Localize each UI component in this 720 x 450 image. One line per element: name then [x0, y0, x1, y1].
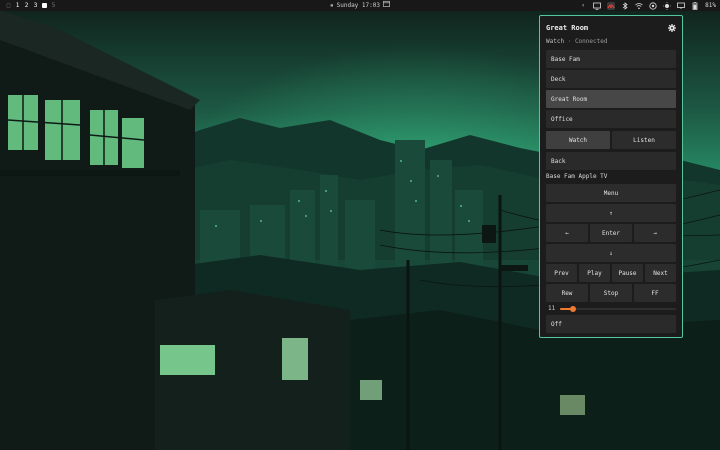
gear-icon[interactable] — [668, 24, 676, 32]
prev-button[interactable]: Prev — [546, 264, 577, 282]
chevron-left-icon[interactable]: ‹ — [579, 2, 587, 10]
up-button[interactable]: ↑ — [546, 204, 676, 222]
volume-slider[interactable] — [560, 305, 676, 312]
play-button[interactable]: Play — [579, 264, 610, 282]
monitor-icon[interactable] — [677, 2, 686, 10]
listen-button[interactable]: Listen — [612, 131, 676, 149]
left-button[interactable]: ← — [546, 224, 588, 242]
volume-control: 11 — [546, 303, 676, 314]
home-assistant-icon[interactable] — [607, 1, 616, 10]
transport-row-2: Rew Stop FF — [546, 284, 676, 302]
back-button[interactable]: Back — [546, 152, 676, 170]
workspace-switcher: □ 1 2 3 5 — [4, 0, 58, 11]
room-item-great-room[interactable]: Great Room — [546, 90, 676, 108]
pause-button[interactable]: Pause — [612, 264, 643, 282]
next-button[interactable]: Next — [645, 264, 676, 282]
mode-toggle: Watch Listen — [546, 131, 676, 149]
calendar-icon — [383, 0, 390, 11]
wifi-icon[interactable] — [635, 2, 643, 10]
room-item-office[interactable]: Office — [546, 110, 676, 128]
clock[interactable]: ▪ Sunday 17:03 — [330, 0, 390, 11]
rewind-button[interactable]: Rew — [546, 284, 588, 302]
volume-slider-handle[interactable] — [569, 305, 576, 312]
stop-button[interactable]: Stop — [590, 284, 632, 302]
room-item-deck[interactable]: Deck — [546, 70, 676, 88]
workspace-5[interactable]: 5 — [49, 0, 58, 11]
bluetooth-icon[interactable] — [621, 1, 629, 10]
media-control-panel: Great Room Watch · Connected Base Fam De… — [539, 15, 683, 338]
clock-dot-icon: ▪ — [330, 2, 334, 9]
battery-percent: 81% — [705, 2, 716, 9]
screen-share-icon[interactable] — [649, 1, 657, 10]
mode-label: Watch — [546, 38, 565, 45]
workspace-1[interactable]: 1 — [13, 0, 22, 11]
panel-header: Great Room — [546, 16, 676, 38]
battery-icon[interactable] — [691, 1, 699, 10]
panel-status: Watch · Connected — [546, 38, 676, 48]
device-name: Base Fam Apple TV — [546, 173, 608, 180]
room-item-base-fam[interactable]: Base Fam — [546, 50, 676, 68]
tv-icon[interactable] — [593, 2, 602, 10]
workspace-3[interactable]: 3 — [31, 0, 40, 11]
top-bar: □ 1 2 3 5 ▪ Sunday 17:03 ‹ 81% — [0, 0, 720, 11]
enter-button[interactable]: Enter — [590, 224, 632, 242]
watch-button[interactable]: Watch — [546, 131, 610, 149]
panel-title: Great Room — [546, 24, 589, 32]
workspace-indicator[interactable]: □ — [4, 0, 13, 11]
right-button[interactable]: → — [634, 224, 676, 242]
connection-status: Connected — [574, 38, 608, 45]
off-button[interactable]: Off — [546, 315, 676, 333]
transport-row-1: Prev Play Pause Next — [546, 264, 676, 282]
clock-text: Sunday 17:03 — [336, 2, 380, 9]
volume-value: 11 — [548, 305, 556, 312]
menu-button[interactable]: Menu — [546, 184, 676, 202]
system-tray: ‹ 81% — [579, 0, 716, 11]
fast-forward-button[interactable]: FF — [634, 284, 676, 302]
dpad-row: ← Enter → — [546, 224, 676, 242]
brightness-icon[interactable] — [663, 1, 672, 10]
workspace-active[interactable] — [42, 3, 47, 8]
down-button[interactable]: ↓ — [546, 244, 676, 262]
status-separator: · — [567, 38, 572, 45]
workspace-2[interactable]: 2 — [22, 0, 31, 11]
